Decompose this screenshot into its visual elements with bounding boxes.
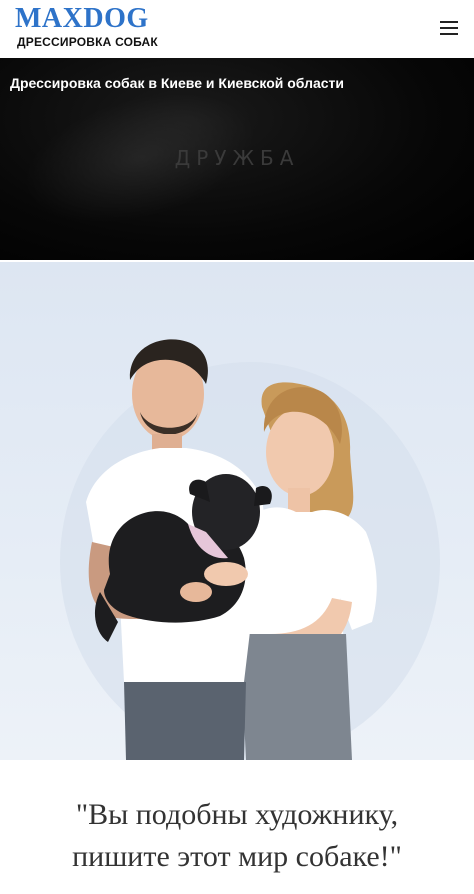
site-header: MAXDOG ДРЕССИРОВКА СОБАК bbox=[0, 0, 474, 59]
quote: "Вы подобны художнику, пишите этот мир с… bbox=[0, 794, 474, 878]
hero-banner: Дрессировка собак в Киеве и Киевской обл… bbox=[0, 58, 474, 260]
hamburger-menu-icon[interactable] bbox=[438, 18, 460, 38]
hero-word: ДРУЖБА bbox=[174, 146, 300, 170]
trainers-photo bbox=[0, 262, 474, 760]
trainers-with-dog-illustration bbox=[60, 339, 440, 760]
logo-subtitle: ДРЕССИРОВКА СОБАК bbox=[17, 35, 158, 49]
quote-line-2: пишите этот мир собаке!" bbox=[72, 840, 402, 873]
hero-title: Дрессировка собак в Киеве и Киевской обл… bbox=[10, 75, 345, 91]
quote-line-1: "Вы подобны художнику, bbox=[75, 798, 399, 831]
logo-title[interactable]: MAXDOG bbox=[15, 4, 149, 34]
